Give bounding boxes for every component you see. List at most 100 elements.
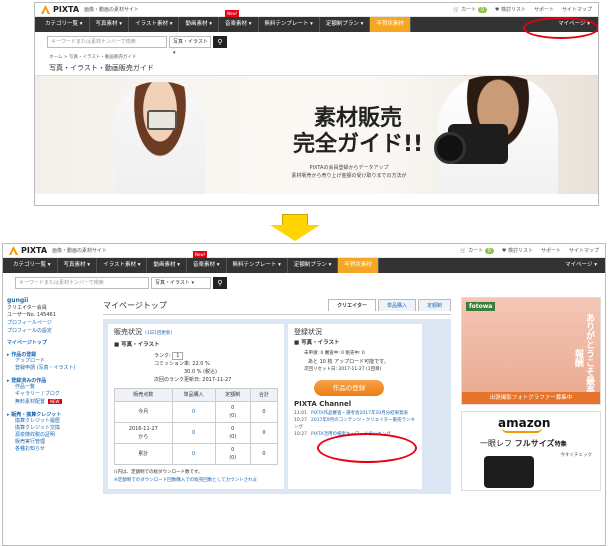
search-icon: ⚲ <box>217 279 223 287</box>
commission-value: 22.0 % <box>192 361 210 367</box>
nav-item-photos[interactable]: 写真素材 ▾ <box>58 258 98 273</box>
support-link[interactable]: サポート <box>534 6 554 13</box>
sidebar-item-free[interactable]: 無料素材配置 NEW <box>7 398 93 406</box>
search-type-select[interactable]: 写真・イラスト ▾ <box>151 277 211 289</box>
sidebar-item-credit-history[interactable]: 換算クレジット履歴 <box>7 418 93 425</box>
reg-status: 未申請: 0 審査中: 0 販売中: 0 <box>304 351 365 356</box>
cart-link[interactable]: 🛒 カート 0 <box>453 6 487 13</box>
favorites-link[interactable]: ♥ 検討リスト <box>502 247 533 254</box>
dslr-camera-image <box>434 124 508 164</box>
reg-section-label: ■ 写真・イラスト <box>294 340 340 346</box>
new-tag: New! <box>225 10 240 17</box>
registration-status-panel: 登録状況 ■ 写真・イラスト 未申請: 0 審査中: 0 販売中: 0 あと 1… <box>288 324 422 489</box>
logo-tagline: 画像・動画の素材サイト <box>84 7 140 13</box>
reset-date: 次回リセット日: 2017-11-27 (1回目) <box>304 367 382 372</box>
nav-item-templates[interactable]: 無料テンプレート ▾ <box>259 17 320 32</box>
down-arrow-icon <box>270 214 320 242</box>
register-works-button[interactable]: 作品の登録 <box>314 380 384 396</box>
tab-creator[interactable]: クリエイター <box>328 299 376 311</box>
nav-item-templates[interactable]: 無料テンプレート ▾ <box>227 258 288 273</box>
sidebar-item-upload[interactable]: アップロード <box>7 358 93 365</box>
guide-banner[interactable]: 素材販売 完全ガイド!! PIXTAの会員登録からデータアップ 素材販売から売り上げ… <box>35 76 598 194</box>
mypage-top-link[interactable]: マイページトップ <box>7 339 93 346</box>
nav-item-illustrations[interactable]: イラスト素材 ▾ <box>129 17 180 32</box>
table-row: 累計 0 0 (0) 0 <box>114 443 279 465</box>
sales-title: 販売状況 (1日1回更新) <box>114 328 173 336</box>
search-button[interactable]: ⚲ <box>213 36 227 48</box>
ad-headline: 一眼レフ フルサイズ特集 <box>480 439 567 448</box>
new-tag: New! <box>193 251 208 258</box>
member-type: クリエイター会員 <box>7 305 47 311</box>
nav-item-newyear[interactable]: 年賀状素材 <box>370 17 411 32</box>
banner-title: 素材販売 完全ガイド!! <box>293 106 424 157</box>
nav-item-videos[interactable]: 動画素材 ▾ <box>147 258 187 273</box>
search-input[interactable]: キーワードまたは素材ナンバーで検索 <box>15 277 149 289</box>
page-title: マイページトップ クリエイター 単品購入 定額制 <box>103 295 451 315</box>
nav-item-videos[interactable]: 動画素材 ▾ <box>179 17 219 32</box>
search-button[interactable]: ⚲ <box>213 277 227 289</box>
sitemap-link[interactable]: サイトマップ <box>569 247 599 254</box>
update-info-link[interactable]: (1日1回更新) <box>145 331 172 336</box>
main-nav: カテゴリ一覧 ▾ 写真素材 ▾ イラスト素材 ▾ 動画素材 ▾ New! 音楽素材… <box>3 251 605 273</box>
profile-settings-link[interactable]: プロフィールの設定 <box>7 327 93 334</box>
sidebar-item-tax[interactable]: 源泉徴収税の証明 <box>7 432 93 439</box>
sidebar-item-works-list[interactable]: 作品一覧 <box>7 384 93 391</box>
sales-section-label: ■ 写真・イラスト <box>114 342 160 348</box>
nav-item-newyear[interactable]: 年賀状素材 <box>338 258 379 273</box>
amazon-logo: amazon <box>498 416 551 433</box>
cart-count-badge: 0 <box>477 7 487 13</box>
news-item[interactable]: 10:27 2017年9月のコンテンツ・クリエイター販売ランキング <box>294 417 416 431</box>
nav-item-subscription[interactable]: 定額制プラン ▾ <box>320 17 371 32</box>
sales-status-panel: 販売状況 (1日1回更新) ■ 写真・イラスト ランク: 1 コミッション率: 2… <box>108 324 284 489</box>
support-link[interactable]: サポート <box>541 247 561 254</box>
search-type-select[interactable]: 写真・イラスト ▾ <box>169 36 211 56</box>
fotowa-ad-banner[interactable]: fotowa ありがとうこそ最高の報酬 出張撮影フォトグラファー募集中 <box>461 297 601 405</box>
pixta-logo[interactable]: PIXTA 画像・動画の素材サイト <box>41 5 139 14</box>
nav-item-photos[interactable]: 写真素材 ▾ <box>90 17 130 32</box>
mypage-menu[interactable]: マイページ ▾ <box>557 258 605 273</box>
search-input[interactable]: キーワードまたは素材ナンバーで検索 <box>47 36 167 48</box>
upload-remaining: あと 10 枚 アップロード可能です。 <box>308 359 389 365</box>
sidebar-item-review[interactable]: 登録申請 (写真・イラスト) <box>7 365 93 372</box>
nav-item-categories[interactable]: カテゴリ一覧 ▾ <box>7 258 58 273</box>
commission-tax: 30.0 % (税込) <box>184 369 217 375</box>
pixta-logo[interactable]: PIXTA 画像・動画の素材サイト <box>9 246 107 255</box>
nav-item-subscription[interactable]: 定額制プラン ▾ <box>288 258 339 273</box>
sitemap-link[interactable]: サイトマップ <box>562 6 592 13</box>
top-bar: PIXTA 画像・動画の素材サイト 🛒 カート 0 ♥ 検討リスト サポート サイ… <box>35 3 598 17</box>
profile-page-link[interactable]: プロフィールページ <box>7 319 93 326</box>
next-rank-update: 次回のランク更新日: 2017-11-27 <box>154 377 232 383</box>
table-row: 今月 0 0 (0) 0 <box>114 401 279 423</box>
main-nav: カテゴリ一覧 ▾ 写真素材 ▾ イラスト素材 ▾ 動画素材 ▾ New! 音楽素材… <box>35 10 598 32</box>
sidebar-section-sales: ▸ 販売・換算クレジット <box>7 412 62 418</box>
nav-item-music[interactable]: New! 音楽素材 ▾ <box>219 10 259 32</box>
sidebar-item-notices[interactable]: 各種お知らせ <box>7 446 93 453</box>
cart-link[interactable]: 🛒 カート 0 <box>460 247 494 254</box>
logo-text: PIXTA <box>53 5 80 14</box>
fotowa-logo: fotowa <box>466 302 496 311</box>
news-item[interactable]: 11:01 PIXTA作品審査・選考会2017年10月分結果発表 <box>294 410 416 417</box>
camera-image <box>147 110 177 130</box>
sidebar-item-sales-manage[interactable]: 販売実行管理 <box>7 439 93 446</box>
tab-subscription[interactable]: 定額制 <box>417 299 451 311</box>
nav-item-music[interactable]: New! 音楽素材 ▾ <box>187 251 227 273</box>
nav-item-illustrations[interactable]: イラスト素材 ▾ <box>97 258 148 273</box>
tab-single-purchase[interactable]: 単品購入 <box>377 299 416 311</box>
mypage-highlight-ring <box>523 17 598 39</box>
top-bar: PIXTA 画像・動画の素材サイト 🛒 カート 0 ♥ 検討リスト サポート サイ… <box>3 244 605 258</box>
sidebar-item-gallery[interactable]: ギャラリー / ブログ <box>7 391 93 398</box>
reg-title: 登録状況 <box>294 328 322 336</box>
amazon-ad-banner[interactable]: amazon 一眼レフ フルサイズ特集 今すぐチェック <box>461 411 601 491</box>
sidebar-section-works: ▸ 登録済みの作品 <box>7 378 47 384</box>
favorites-link[interactable]: ♥ 検討リスト <box>495 6 526 13</box>
ad-column: fotowa ありがとうこそ最高の報酬 出張撮影フォトグラファー募集中 amaz… <box>457 293 605 493</box>
sidebar-item-credit-exchange[interactable]: 換算クレジット交換 <box>7 425 93 432</box>
search-bar: キーワードまたは素材ナンバーで検索 写真・イラスト ▾ ⚲ <box>35 32 598 56</box>
new-badge: NEW <box>48 399 62 404</box>
username-link[interactable]: gungii <box>7 297 93 304</box>
sidebar: gungii クリエイター会員 ユーザーNo. 145461 プロフィールページ… <box>3 293 97 493</box>
woman-photo <box>115 82 205 194</box>
nav-item-categories[interactable]: カテゴリ一覧 ▾ <box>39 17 90 32</box>
pixta-logo-icon <box>41 5 50 14</box>
sales-note-link[interactable]: ※定額制でのダウンロード回数購入での販売回数としてカウントされま <box>114 477 278 485</box>
